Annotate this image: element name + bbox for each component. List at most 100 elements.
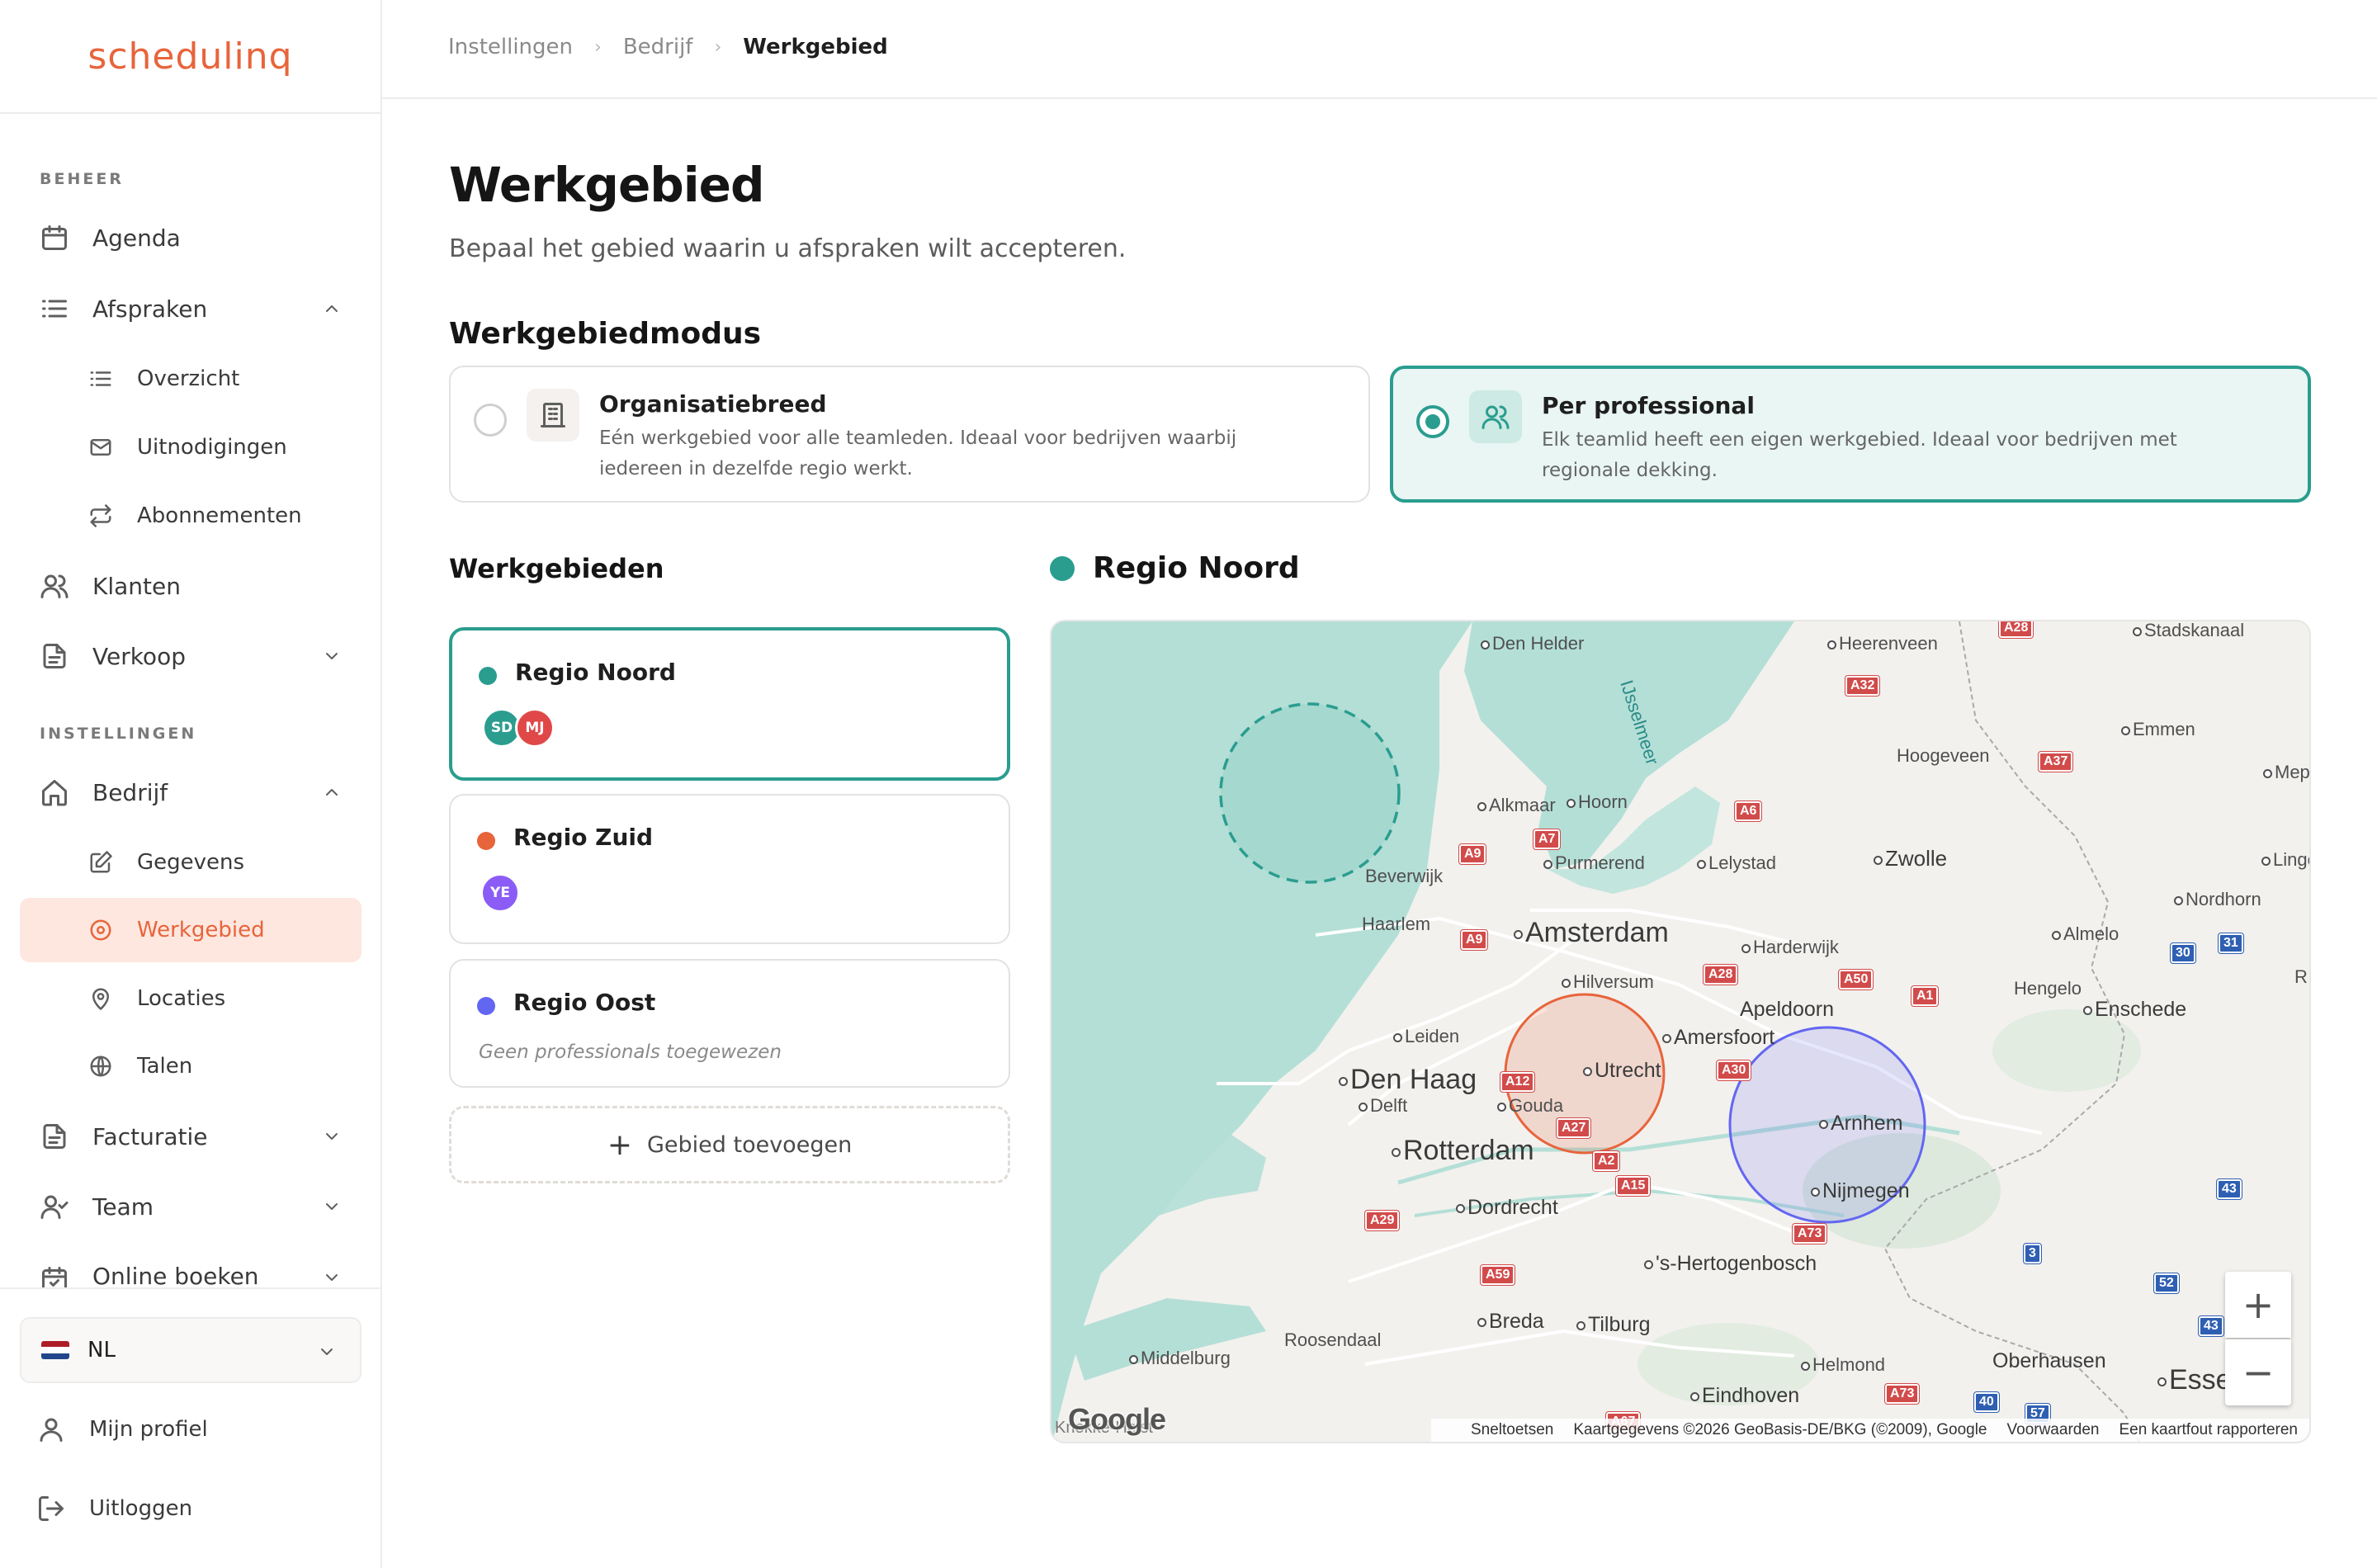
map-city: Hoogeveen (1897, 745, 1990, 766)
sidebar-item-profile[interactable]: Mijn profiel (20, 1398, 362, 1461)
breadcrumb-item[interactable]: Instellingen (448, 35, 573, 59)
sidebar-item-work-area[interactable]: Werkgebied (20, 898, 362, 962)
map-data-credit: Kaartgegevens ©2026 GeoBasis-DE/BKG (©20… (1573, 1421, 1987, 1438)
map-city: Heerenveen (1827, 633, 1938, 654)
logout-icon (35, 1492, 68, 1525)
map-city: Oberhausen (1992, 1349, 2106, 1372)
road-shield-blue: 30 (2170, 942, 2196, 964)
radio-button-selected[interactable] (1416, 405, 1449, 438)
sidebar-item-subscriptions[interactable]: Abonnementen (20, 484, 362, 548)
map-shortcuts-link[interactable]: Sneltoetsen (1471, 1421, 1553, 1439)
calendar-icon (38, 221, 71, 254)
topbar: Instellingen › Bedrijf › Werkgebied (382, 0, 2377, 99)
road-shield: A6 (1733, 801, 1763, 822)
plus-icon: + (607, 1127, 632, 1162)
logout-button[interactable]: Uitloggen (20, 1477, 362, 1540)
sidebar-item-sales[interactable]: Verkoop (20, 625, 362, 687)
language-label: NL (87, 1338, 116, 1363)
add-area-button[interactable]: + Gebied toevoegen (449, 1106, 1010, 1183)
area-empty-text: Geen professionals toegewezen (479, 1041, 782, 1063)
sidebar-item-invitations[interactable]: Uitnodigingen (20, 415, 362, 479)
map-report-link[interactable]: Een kaartfout rapporteren (2119, 1421, 2298, 1439)
area-card-regio-zuid[interactable]: Regio Zuid YE (449, 794, 1010, 944)
area-name: Regio Zuid (513, 824, 654, 851)
sidebar-item-invoicing[interactable]: Facturatie (20, 1105, 362, 1168)
sidebar-item-label: Verkoop (92, 642, 186, 670)
edit-icon (86, 848, 116, 877)
sidebar-item-languages[interactable]: Talen (20, 1034, 362, 1098)
sidebar-item-label: Online boeken (92, 1263, 259, 1287)
sidebar-item-label: Gegevens (137, 850, 245, 875)
radio-button[interactable] (474, 404, 507, 437)
road-shield: A12 (1499, 1071, 1536, 1093)
mode-option-title: Organisatiebreed (599, 390, 827, 418)
map-city: Harderwijk (1741, 937, 1839, 958)
map-city: Delft (1359, 1095, 1407, 1117)
sidebar-item-label: Uitloggen (89, 1496, 193, 1521)
map-city: Arnhem (1819, 1112, 1903, 1136)
map-city: Den Helder (1481, 633, 1584, 654)
map-city: Tilburg (1576, 1313, 1651, 1337)
sidebar-item-details[interactable]: Gegevens (20, 830, 362, 895)
map-city: Eindhoven (1690, 1384, 1799, 1408)
selected-region-heading: Regio Noord (1050, 551, 1300, 585)
sidebar-item-label: Bedrijf (92, 778, 168, 806)
map-city-major: Rotterdam (1392, 1135, 1534, 1167)
language-select[interactable]: NL (20, 1317, 362, 1383)
map-attribution: Sneltoetsen Kaartgegevens ©2026 GeoBasis… (1431, 1419, 2309, 1442)
sidebar-item-team[interactable]: Team (20, 1175, 362, 1238)
sidebar-item-customers[interactable]: Klanten (20, 555, 362, 617)
map-city: Beverwijk (1365, 866, 1444, 886)
users-icon (38, 569, 71, 602)
road-shield: A28 (1702, 964, 1739, 985)
zoom-out-button[interactable]: − (2225, 1339, 2291, 1405)
list-icon (86, 364, 116, 394)
map-city: Alkmaar (1477, 795, 1556, 816)
road-shield: A2 (1591, 1150, 1621, 1172)
sidebar-item-appointments[interactable]: Afspraken (20, 277, 362, 340)
map[interactable]: IJsselmeer Den Helder Heerenveen Stadska… (1050, 620, 2311, 1443)
sidebar-item-online-booking[interactable]: Online boeken (20, 1246, 362, 1287)
mode-option-title: Per professional (1542, 392, 1755, 419)
chevron-down-icon (326, 653, 338, 659)
add-area-label: Gebied toevoegen (646, 1131, 853, 1158)
map-city: Apeldoorn (1740, 998, 1834, 1021)
mode-option-organization[interactable]: Organisatiebreed Eén werkgebied voor all… (449, 366, 1370, 503)
road-shield: A28 (1997, 621, 2034, 639)
sidebar-item-agenda[interactable]: Agenda (20, 206, 362, 269)
area-card-regio-oost[interactable]: Regio Oost Geen professionals toegewezen (449, 959, 1010, 1088)
sidebar-item-locations[interactable]: Locaties (20, 966, 362, 1031)
sidebar-item-label: Mijn profiel (89, 1417, 208, 1442)
road-shield-blue: 40 (1973, 1391, 2000, 1413)
mode-option-per-professional[interactable]: Per professional Elk teamlid heeft een e… (1390, 366, 2311, 503)
map-city: 's-Hertogenbosch (1644, 1252, 1817, 1276)
avatar-group: YE (480, 873, 520, 913)
map-city: Emmen (2121, 719, 2195, 740)
user-icon (35, 1413, 68, 1446)
invoice-icon (38, 1120, 71, 1153)
avatar: MJ (515, 708, 555, 748)
zoom-in-button[interactable]: + (2225, 1272, 2291, 1338)
mode-option-description: Elk teamlid heeft een eigen werkgebied. … (1542, 429, 2177, 481)
map-city: Amersfoort (1662, 1026, 1774, 1050)
sidebar-item-company[interactable]: Bedrijf (20, 761, 362, 824)
map-city: Middelburg (1129, 1348, 1231, 1369)
map-city: Roosendaal (1284, 1329, 1382, 1350)
map-terms-link[interactable]: Voorwaarden (2007, 1421, 2100, 1439)
map-city: R (2294, 966, 2308, 987)
logo[interactable]: schedulinq (0, 0, 380, 114)
user-check-icon (38, 1190, 71, 1223)
area-card-regio-noord[interactable]: Regio Noord SD MJ (449, 627, 1010, 781)
road-shield: A9 (1459, 929, 1489, 951)
building-icon (527, 389, 579, 442)
areas-section-title: Werkgebieden (449, 553, 664, 584)
home-icon (38, 776, 71, 809)
breadcrumb-item[interactable]: Bedrijf (623, 35, 693, 59)
sidebar-item-overview[interactable]: Overzicht (20, 347, 362, 411)
map-pin-icon (86, 984, 116, 1013)
sidebar-item-label: Uitnodigingen (137, 435, 287, 460)
map-city-major: Amsterdam (1514, 917, 1669, 949)
target-icon (86, 915, 116, 945)
road-shield: A27 (1555, 1117, 1592, 1139)
area-color-dot (479, 667, 497, 685)
